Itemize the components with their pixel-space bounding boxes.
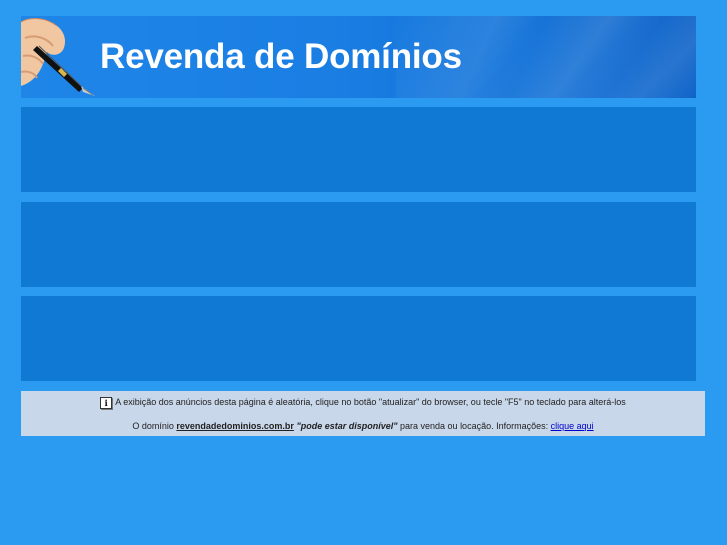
info-bar: iA exibição dos anúncios desta página é … <box>21 391 705 436</box>
availability-text: "pode estar disponível" <box>296 421 398 431</box>
notice-text: A exibição dos anúncios desta página é a… <box>115 397 626 407</box>
random-ads-notice: iA exibição dos anúncios desta página é … <box>21 395 705 409</box>
info-icon: i <box>100 397 113 409</box>
info-link[interactable]: clique aqui <box>551 421 594 431</box>
page: Revenda de Domínios iA exibição dos anún… <box>0 0 727 545</box>
page-title: Revenda de Domínios <box>100 37 462 76</box>
domain-suffix: para venda ou locação. Informações: <box>400 421 549 431</box>
header-banner: Revenda de Domínios <box>21 16 696 98</box>
ad-block-1[interactable] <box>21 107 696 192</box>
ad-block-2[interactable] <box>21 202 696 287</box>
domain-availability-line: O domínio revendadedominios.com.br "pode… <box>21 420 705 432</box>
domain-prefix: O domínio <box>132 421 174 431</box>
hand-pen-icon <box>21 18 95 96</box>
ad-block-3[interactable] <box>21 296 696 381</box>
domain-name: revendadedominios.com.br <box>176 421 294 431</box>
